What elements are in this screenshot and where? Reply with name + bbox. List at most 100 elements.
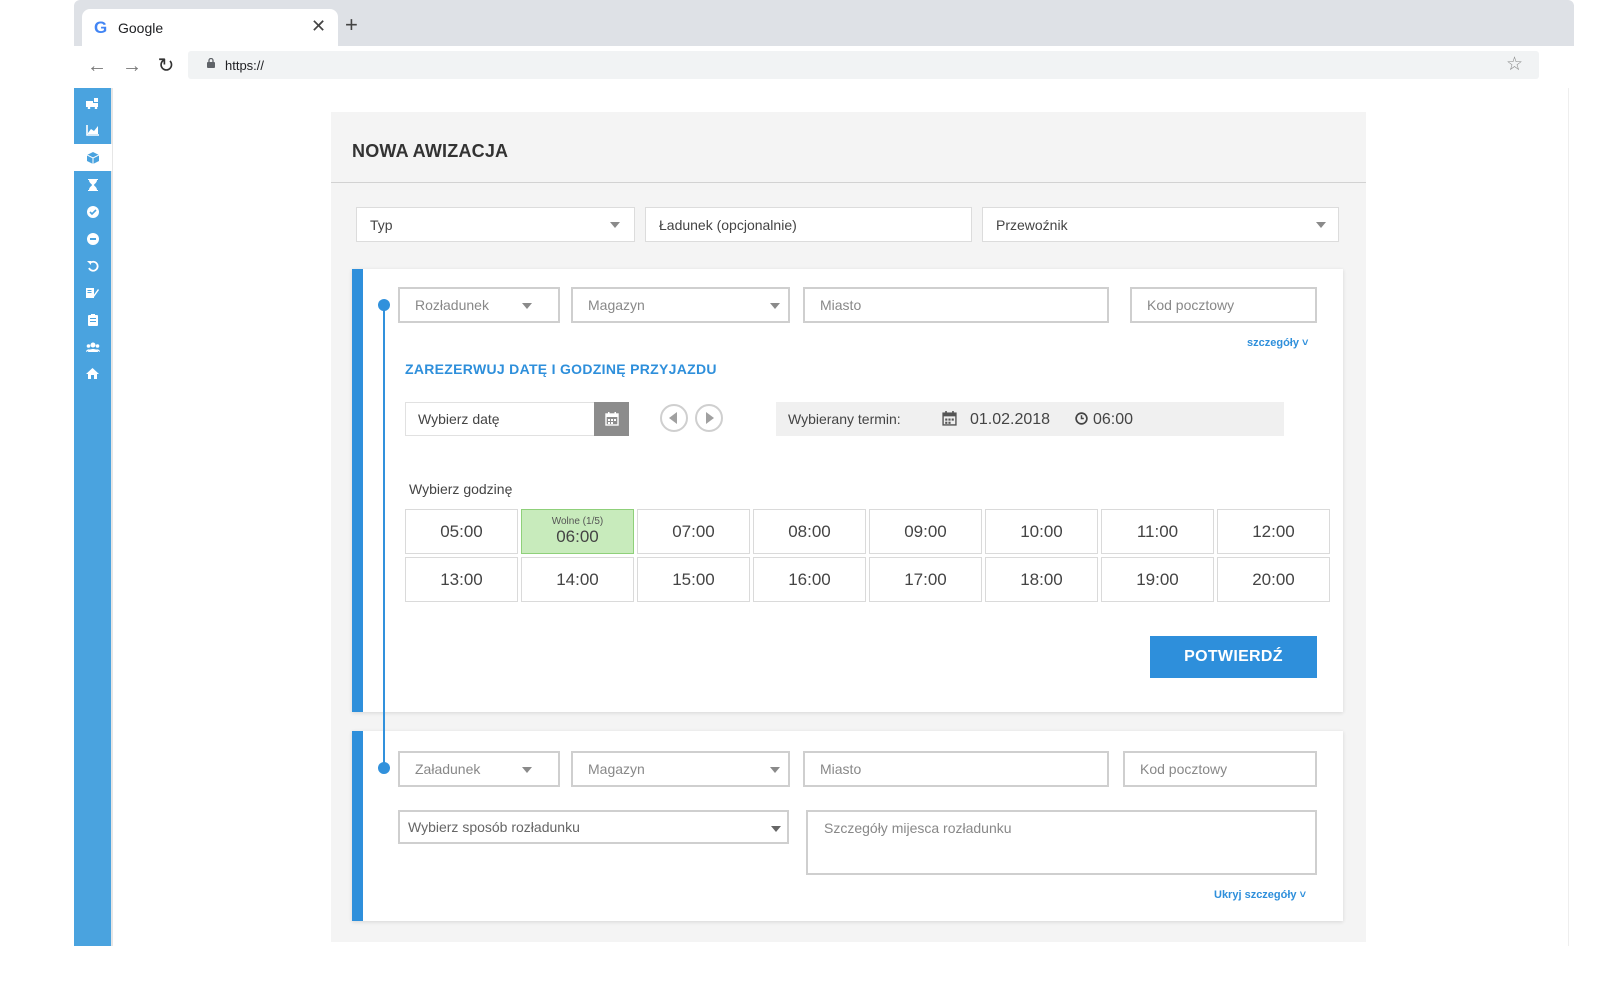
selected-time: 06:00 xyxy=(1093,411,1134,428)
hour-label: Wybierz godzinę xyxy=(409,481,513,497)
loading-city-input[interactable]: Miasto xyxy=(803,751,1109,787)
time-slot-selected[interactable]: Wolne (1/5) 06:00 xyxy=(521,509,634,554)
hide-details-link[interactable]: Ukryj szczegóły ˅ xyxy=(1214,889,1306,901)
calendar-icon xyxy=(604,412,619,426)
timeline-dot xyxy=(378,299,390,311)
booking-title: ZAREZERWUJ DATĘ I GODZINĘ PRZYJAZDU xyxy=(405,361,717,377)
chevron-left-icon xyxy=(669,412,677,424)
minus-circle-icon[interactable] xyxy=(74,225,111,252)
type-select[interactable]: Typ xyxy=(356,207,635,242)
chevron-down-icon xyxy=(522,303,532,309)
page-border xyxy=(1568,88,1569,946)
calendar-icon xyxy=(942,411,957,426)
time-slot[interactable]: 07:00 xyxy=(637,509,750,554)
slot-availability: Wolne (1/5) xyxy=(551,515,604,527)
card-accent-bar xyxy=(352,269,363,712)
clock-icon xyxy=(1075,412,1088,425)
page-title: NOWA AWIZACJA xyxy=(352,141,509,161)
loading-warehouse-label: Magazyn xyxy=(588,761,645,777)
timeline-line xyxy=(383,304,385,770)
time-slot[interactable]: 05:00 xyxy=(405,509,518,554)
forward-icon[interactable]: → xyxy=(120,52,144,80)
undo-icon[interactable] xyxy=(74,252,111,279)
time-slot[interactable]: 12:00 xyxy=(1217,509,1330,554)
unloading-city-label: Miasto xyxy=(820,297,862,313)
clipboard-icon[interactable] xyxy=(74,306,111,333)
lock-icon xyxy=(207,58,215,68)
card-accent-bar xyxy=(352,731,363,921)
carrier-select-label: Przewoźnik xyxy=(996,216,1068,233)
selected-date: 01.02.2018 xyxy=(970,411,1051,428)
time-slot[interactable]: 20:00 xyxy=(1217,557,1330,602)
confirm-button[interactable]: POTWIERDŹ xyxy=(1150,636,1317,678)
unloading-type-select[interactable]: Rozładunek xyxy=(398,287,560,323)
time-slot[interactable]: 15:00 xyxy=(637,557,750,602)
next-day-button[interactable] xyxy=(695,404,723,432)
package-icon[interactable] xyxy=(74,144,112,171)
time-slot[interactable]: 11:00 xyxy=(1101,509,1214,554)
calendar-button[interactable] xyxy=(594,402,629,436)
time-slot[interactable]: 18:00 xyxy=(985,557,1098,602)
time-slot[interactable]: 19:00 xyxy=(1101,557,1214,602)
address-bar[interactable] xyxy=(188,51,1539,79)
new-tab-button[interactable]: + xyxy=(345,14,358,36)
chevron-down-icon xyxy=(770,767,780,773)
sidebar-divider xyxy=(111,88,113,946)
unloading-warehouse-label: Magazyn xyxy=(588,297,645,313)
reload-icon[interactable]: ↻ xyxy=(154,52,178,80)
unloading-type-label: Rozładunek xyxy=(415,297,489,313)
load-input-label: Ładunek (opcjonalnie) xyxy=(659,216,797,233)
loading-postal-label: Kod pocztowy xyxy=(1140,761,1228,777)
loading-city-label: Miasto xyxy=(820,761,862,777)
unloading-method-select[interactable]: Wybierz sposób rozładunku xyxy=(398,810,789,844)
time-slot[interactable]: 17:00 xyxy=(869,557,982,602)
timeline-dot xyxy=(378,762,390,774)
time-slot[interactable]: 08:00 xyxy=(753,509,866,554)
date-input[interactable]: Wybierz datę xyxy=(405,402,595,436)
chevron-down-icon xyxy=(1316,222,1326,228)
title-divider xyxy=(331,182,1366,183)
home-icon[interactable] xyxy=(74,360,111,387)
prev-day-button[interactable] xyxy=(660,404,688,432)
tab-close-icon[interactable]: ✕ xyxy=(311,16,326,36)
unloading-postal-input[interactable]: Kod pocztowy xyxy=(1130,287,1317,323)
star-icon[interactable]: ☆ xyxy=(1506,53,1523,76)
unloading-city-input[interactable]: Miasto xyxy=(803,287,1109,323)
selected-term-label: Wybierany termin: xyxy=(788,411,901,427)
slot-time: 06:00 xyxy=(556,526,599,546)
place-details-textarea[interactable]: Szczegóły mijesca rozładunku xyxy=(806,810,1317,875)
chart-icon[interactable] xyxy=(74,117,111,144)
chevron-down-icon xyxy=(771,826,781,832)
google-logo-icon: G xyxy=(94,18,108,37)
users-icon[interactable] xyxy=(74,333,111,360)
check-circle-icon[interactable] xyxy=(74,198,111,225)
loading-postal-input[interactable]: Kod pocztowy xyxy=(1123,751,1317,787)
tab-title: Google xyxy=(118,20,164,36)
time-slot[interactable]: 10:00 xyxy=(985,509,1098,554)
time-slot[interactable]: 09:00 xyxy=(869,509,982,554)
time-slot[interactable]: 16:00 xyxy=(753,557,866,602)
time-slot[interactable]: 13:00 xyxy=(405,557,518,602)
loading-warehouse-select[interactable]: Magazyn xyxy=(571,751,790,787)
details-link[interactable]: szczegóły ˅ xyxy=(1247,337,1308,349)
type-select-label: Typ xyxy=(370,216,393,233)
chevron-right-icon xyxy=(706,412,714,424)
back-icon[interactable]: ← xyxy=(85,52,109,80)
place-details-placeholder: Szczegóły mijesca rozładunku xyxy=(824,820,1012,836)
loading-type-select[interactable]: Załadunek xyxy=(398,751,560,787)
delivery-truck-icon[interactable] xyxy=(74,90,111,117)
chevron-down-icon xyxy=(770,303,780,309)
load-input[interactable]: Ładunek (opcjonalnie) xyxy=(645,207,972,242)
chevron-down-icon xyxy=(522,767,532,773)
chevron-down-icon xyxy=(610,222,620,228)
unloading-warehouse-select[interactable]: Magazyn xyxy=(571,287,790,323)
url-text[interactable]: https:// xyxy=(225,58,264,73)
edit-note-icon[interactable] xyxy=(74,279,111,306)
time-slot[interactable]: 14:00 xyxy=(521,557,634,602)
time-slot-grid: 05:00 Wolne (1/5) 06:00 07:00 08:00 09:00 10:0… xyxy=(405,509,1339,603)
date-input-label: Wybierz datę xyxy=(418,411,500,427)
carrier-select[interactable]: Przewoźnik xyxy=(982,207,1339,242)
unloading-method-label: Wybierz sposób rozładunku xyxy=(408,819,580,835)
hourglass-icon[interactable] xyxy=(74,171,111,198)
loading-type-label: Załadunek xyxy=(415,761,481,777)
